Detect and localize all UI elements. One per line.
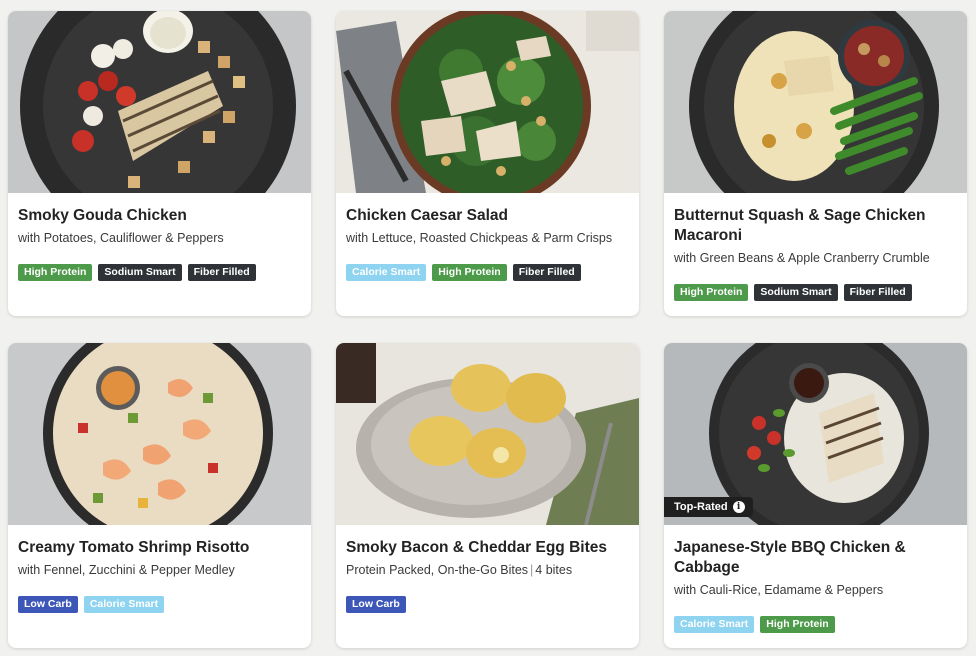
meal-card[interactable]: Smoky Bacon & Cheddar Egg Bites Protein … [336, 343, 639, 648]
meal-subtitle: Protein Packed, On-the-Go Bites | 4 bites [346, 562, 629, 578]
meal-quantity: 4 bites [535, 563, 573, 577]
meal-tags: High Protein Sodium Smart Fiber Filled [674, 284, 957, 301]
meal-image[interactable] [8, 11, 311, 193]
meal-title[interactable]: Japanese-Style BBQ Chicken & Cabbage [674, 538, 957, 578]
meal-image[interactable]: Top-Rated i [664, 343, 967, 525]
meal-subtitle: with Fennel, Zucchini & Pepper Medley [18, 563, 235, 577]
meal-title[interactable]: Creamy Tomato Shrimp Risotto [18, 538, 301, 558]
tag-calorie-smart: Calorie Smart [674, 616, 755, 633]
meal-title[interactable]: Smoky Bacon & Cheddar Egg Bites [346, 538, 629, 558]
meal-card[interactable]: Creamy Tomato Shrimp Risotto with Fennel… [8, 343, 311, 648]
meal-subtitle: with Lettuce, Roasted Chickpeas & Parm C… [346, 231, 613, 245]
meal-image[interactable] [336, 11, 639, 193]
tag-high-protein: High Protein [18, 264, 93, 281]
meal-image[interactable] [664, 11, 967, 193]
meal-tags: Calorie Smart High Protein Fiber Filled [346, 264, 629, 281]
tag-fiber-filled: Fiber Filled [187, 264, 256, 281]
meal-card[interactable]: Top-Rated i Japanese-Style BBQ Chicken &… [664, 343, 967, 648]
tag-low-carb: Low Carb [18, 596, 78, 613]
tag-fiber-filled: Fiber Filled [843, 284, 912, 301]
tag-sodium-smart: Sodium Smart [98, 264, 182, 281]
meal-card[interactable]: Butternut Squash & Sage Chicken Macaroni… [664, 11, 967, 316]
meal-photo [336, 11, 639, 193]
top-rated-badge[interactable]: Top-Rated i [664, 497, 753, 517]
meal-title[interactable]: Butternut Squash & Sage Chicken Macaroni [674, 206, 957, 246]
meal-photo [336, 343, 639, 525]
tag-fiber-filled: Fiber Filled [512, 264, 581, 281]
tag-high-protein: High Protein [760, 616, 835, 633]
meal-tags: Low Carb [346, 596, 629, 613]
meal-subtitle-text: Protein Packed, On-the-Go Bites [346, 563, 529, 577]
tag-low-carb: Low Carb [346, 596, 406, 613]
tag-high-protein: High Protein [432, 264, 507, 281]
meal-title[interactable]: Chicken Caesar Salad [346, 206, 629, 226]
tag-sodium-smart: Sodium Smart [754, 284, 838, 301]
meal-title[interactable]: Smoky Gouda Chicken [18, 206, 301, 226]
meal-photo [664, 11, 967, 193]
meal-subtitle: with Potatoes, Cauliflower & Peppers [18, 231, 224, 245]
meal-tags: Calorie Smart High Protein [674, 616, 957, 633]
badge-label: Top-Rated [674, 501, 728, 513]
tag-calorie-smart: Calorie Smart [346, 264, 427, 281]
meal-photo [8, 11, 311, 193]
meal-image[interactable] [8, 343, 311, 525]
meal-subtitle: with Green Beans & Apple Cranberry Crumb… [674, 251, 930, 265]
meal-image[interactable] [336, 343, 639, 525]
tag-high-protein: High Protein [674, 284, 749, 301]
meal-card[interactable]: Smoky Gouda Chicken with Potatoes, Cauli… [8, 11, 311, 316]
info-icon[interactable]: i [732, 501, 745, 513]
tag-calorie-smart: Calorie Smart [83, 596, 165, 613]
meal-card[interactable]: Chicken Caesar Salad with Lettuce, Roast… [336, 11, 639, 316]
meal-tags: Low Carb Calorie Smart [18, 596, 301, 613]
meal-photo [8, 343, 311, 525]
meal-tags: High Protein Sodium Smart Fiber Filled [18, 264, 301, 281]
meal-subtitle: with Cauli-Rice, Edamame & Peppers [674, 583, 884, 597]
